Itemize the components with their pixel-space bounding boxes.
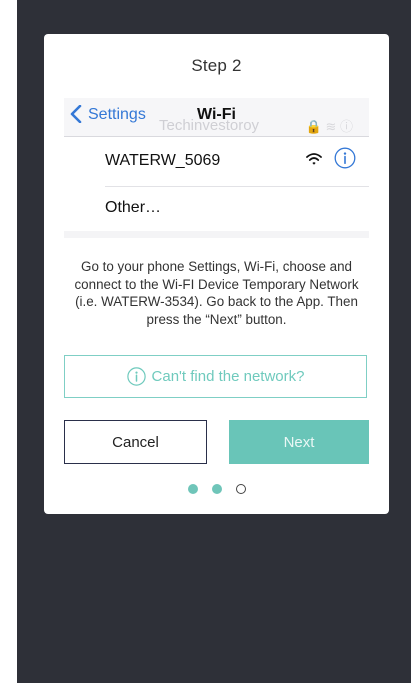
wifi-nav-title: Wi-Fi — [197, 106, 236, 123]
cant-find-network-button[interactable]: Can't find the network? — [64, 355, 367, 398]
next-button[interactable]: Next — [229, 420, 369, 464]
settings-back-label: Settings — [88, 106, 146, 123]
network-name-other: Other… — [105, 199, 162, 216]
instructions-text: Go to your phone Settings, Wi-Fi, choose… — [74, 259, 359, 327]
faded-network-icons: 🔒 ≋ ⓘ — [305, 119, 353, 134]
back-chevron-icon — [70, 105, 82, 123]
list-item: WATERW_5069 — [64, 137, 369, 186]
info-icon — [126, 367, 146, 386]
settings-nav-bar: Techinvestoroy 🔒 ≋ ⓘ Settings Wi-Fi — [64, 98, 369, 136]
cancel-button[interactable]: Cancel — [64, 420, 207, 464]
page-dot-3 — [235, 484, 246, 494]
wifi-icon — [306, 153, 322, 165]
wifi-settings-illustration: Techinvestoroy 🔒 ≋ ⓘ Settings Wi-Fi WATE… — [64, 98, 369, 238]
row-divider — [105, 186, 369, 187]
network-list: WATERW_5069 Other… — [64, 137, 369, 231]
page-dot-1 — [187, 484, 198, 494]
pagination-dots — [44, 484, 389, 496]
info-icon — [334, 147, 356, 169]
network-name: WATERW_5069 — [105, 152, 221, 169]
cant-find-label: Can't find the network? — [151, 368, 305, 385]
step-title: Step 2 — [191, 56, 242, 75]
step-dialog: Step 2 Techinvestoroy 🔒 ≋ ⓘ Settings Wi-… — [44, 34, 389, 514]
page-dot-2 — [211, 484, 222, 494]
